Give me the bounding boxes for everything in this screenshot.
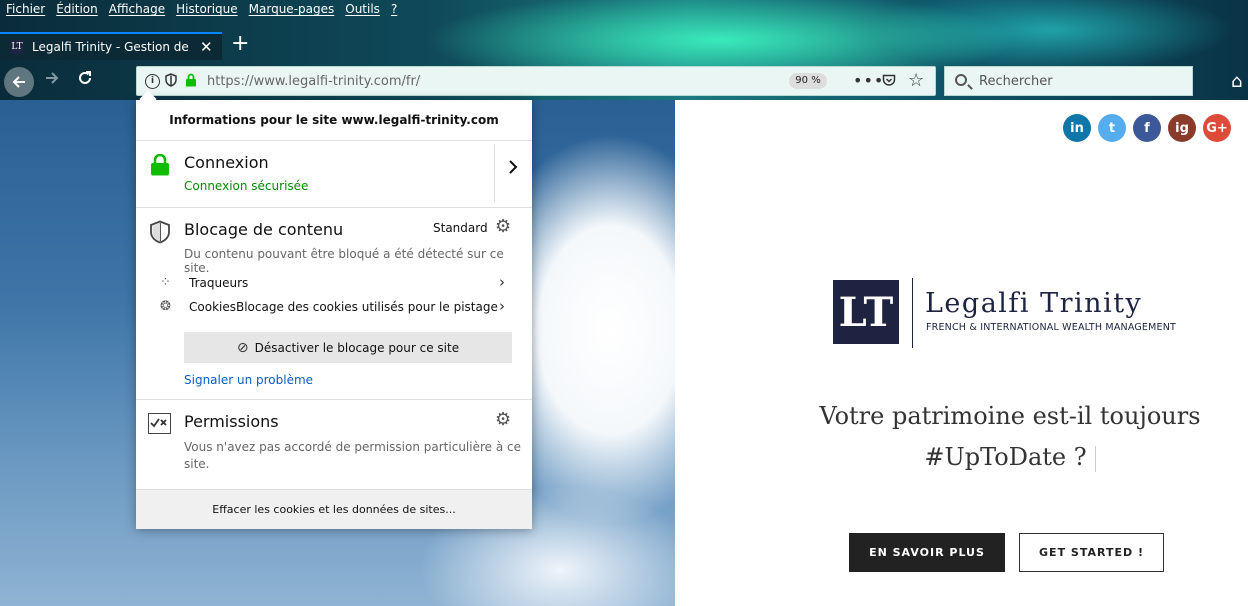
back-button[interactable] <box>4 67 34 97</box>
divider <box>494 144 495 202</box>
logo-divider <box>912 278 913 348</box>
blocking-off-icon: ⊘ <box>236 339 249 356</box>
permissions-description: Vous n'avez pas accordé de permission pa… <box>184 440 521 471</box>
learn-more-button[interactable]: EN SAVOIR PLUS <box>849 533 1005 572</box>
bookmark-star-icon[interactable]: ☆ <box>908 70 924 91</box>
nav-bar: i https://www.legalfi-trinity.com/fr/ 90… <box>0 64 1248 100</box>
gear-icon[interactable]: ⚙ <box>495 409 511 430</box>
cookies-label: CookiesBlocage des cookies utilisés pour… <box>189 300 498 314</box>
tab-close-icon[interactable]: ✕ <box>200 38 213 56</box>
info-icon[interactable]: i <box>145 74 160 89</box>
headline-line-2: #UpToDate ? <box>795 437 1225 478</box>
blocking-mode: Standard <box>433 221 488 235</box>
lock-icon[interactable] <box>185 73 197 87</box>
google-plus-icon[interactable]: G+ <box>1203 114 1231 142</box>
menu-affichage[interactable]: Affichage <box>103 0 170 20</box>
search-input[interactable]: Rechercher <box>944 66 1193 96</box>
blocking-title: Blocage de contenu <box>184 220 344 239</box>
get-started-button[interactable]: GET STARTED ! <box>1019 533 1164 572</box>
permissions-icon <box>148 413 171 434</box>
clear-cookies-button[interactable]: Effacer les cookies et les données de si… <box>136 489 532 529</box>
logo-name: Legalfi Trinity <box>925 288 1143 319</box>
permissions-title: Permissions <box>184 412 279 431</box>
forward-button[interactable] <box>44 70 60 91</box>
headline-hashtag: #UpToDate ? <box>924 443 1087 471</box>
shield-icon <box>150 220 170 244</box>
linkedin-icon[interactable]: in <box>1063 114 1091 142</box>
blocking-description: Du contenu pouvant être bloqué a été dét… <box>184 247 504 275</box>
permissions-section: Permissions ⚙ Vous n'avez pas accordé de… <box>136 400 532 489</box>
chevron-right-icon: › <box>499 273 505 291</box>
logo-tagline: FRENCH & INTERNATIONAL WEALTH MANAGEMENT <box>926 322 1177 333</box>
footprints-icon: ⁘ <box>160 275 171 290</box>
search-icon <box>955 74 967 86</box>
twitter-icon[interactable]: t <box>1098 114 1126 142</box>
tab-active[interactable]: LT Legalfi Trinity - Gestion de patrimoi… <box>0 32 222 60</box>
site-content: in t f ig G+ LT Legalfi Trinity FRENCH &… <box>675 100 1248 606</box>
zoom-badge[interactable]: 90 % <box>789 73 827 89</box>
menu-historique[interactable]: Historique <box>170 0 243 20</box>
content-blocking-section: Blocage de contenu Standard ⚙ Du contenu… <box>136 207 532 400</box>
search-placeholder: Rechercher <box>979 74 1053 89</box>
home-icon[interactable]: ⌂ <box>1231 71 1242 92</box>
instagram-icon[interactable]: ig <box>1168 114 1196 142</box>
connection-title: Connexion <box>184 153 269 172</box>
connection-section[interactable]: Connexion Connexion sécurisée <box>136 140 532 208</box>
disable-blocking-button[interactable]: ⊘ Désactiver le blocage pour ce site <box>184 332 512 363</box>
reload-button[interactable] <box>77 70 93 91</box>
shield-icon[interactable] <box>165 73 177 87</box>
headline-line-1: Votre patrimoine est-il toujours <box>819 402 1201 430</box>
check-cross-icon <box>150 418 167 428</box>
trackers-label: Traqueurs <box>189 276 249 290</box>
connection-status: Connexion sécurisée <box>184 179 309 193</box>
panel-header: Informations pour le site www.legalfi-tr… <box>136 100 532 141</box>
cookie-icon: ❂ <box>160 299 171 314</box>
report-problem-link[interactable]: Signaler un problème <box>184 373 313 387</box>
chevron-right-icon[interactable] <box>508 160 518 174</box>
url-text[interactable]: https://www.legalfi-trinity.com/fr/ <box>207 74 420 89</box>
pocket-icon[interactable] <box>882 74 896 87</box>
browser-chrome: Fichier Édition Affichage Historique Mar… <box>0 0 1248 100</box>
menu-edition[interactable]: Édition <box>50 0 103 20</box>
site-logo[interactable]: LT Legalfi Trinity FRENCH & INTERNATIONA… <box>833 278 1193 348</box>
disable-blocking-label: Désactiver le blocage pour ce site <box>254 340 460 355</box>
hero-headline: Votre patrimoine est-il toujours #UpToDa… <box>795 396 1225 478</box>
site-info-panel: Informations pour le site www.legalfi-tr… <box>136 90 532 529</box>
arrow-left-icon <box>12 76 25 88</box>
new-tab-button[interactable]: + <box>231 32 249 56</box>
page-actions-more-icon[interactable]: ••• <box>853 71 884 90</box>
menu-fichier[interactable]: Fichier <box>0 0 50 20</box>
url-bar[interactable]: i https://www.legalfi-trinity.com/fr/ 90… <box>136 66 936 96</box>
menu-marque-pages[interactable]: Marque-pages <box>243 0 340 20</box>
menu-bar: Fichier Édition Affichage Historique Mar… <box>0 0 402 20</box>
reload-icon <box>79 71 91 84</box>
logo-mark: LT <box>833 280 899 344</box>
typing-caret <box>1094 445 1096 472</box>
chevron-right-icon: › <box>499 297 505 315</box>
tab-favicon-icon: LT <box>10 40 24 54</box>
facebook-icon[interactable]: f <box>1133 114 1161 142</box>
lock-icon <box>151 154 169 176</box>
menu-outils[interactable]: Outils <box>339 0 385 20</box>
menu-help[interactable]: ? <box>385 0 402 20</box>
gear-icon[interactable]: ⚙ <box>495 216 511 237</box>
tab-title: Legalfi Trinity - Gestion de patrimoine <box>32 40 192 54</box>
arrow-right-icon <box>46 72 59 84</box>
